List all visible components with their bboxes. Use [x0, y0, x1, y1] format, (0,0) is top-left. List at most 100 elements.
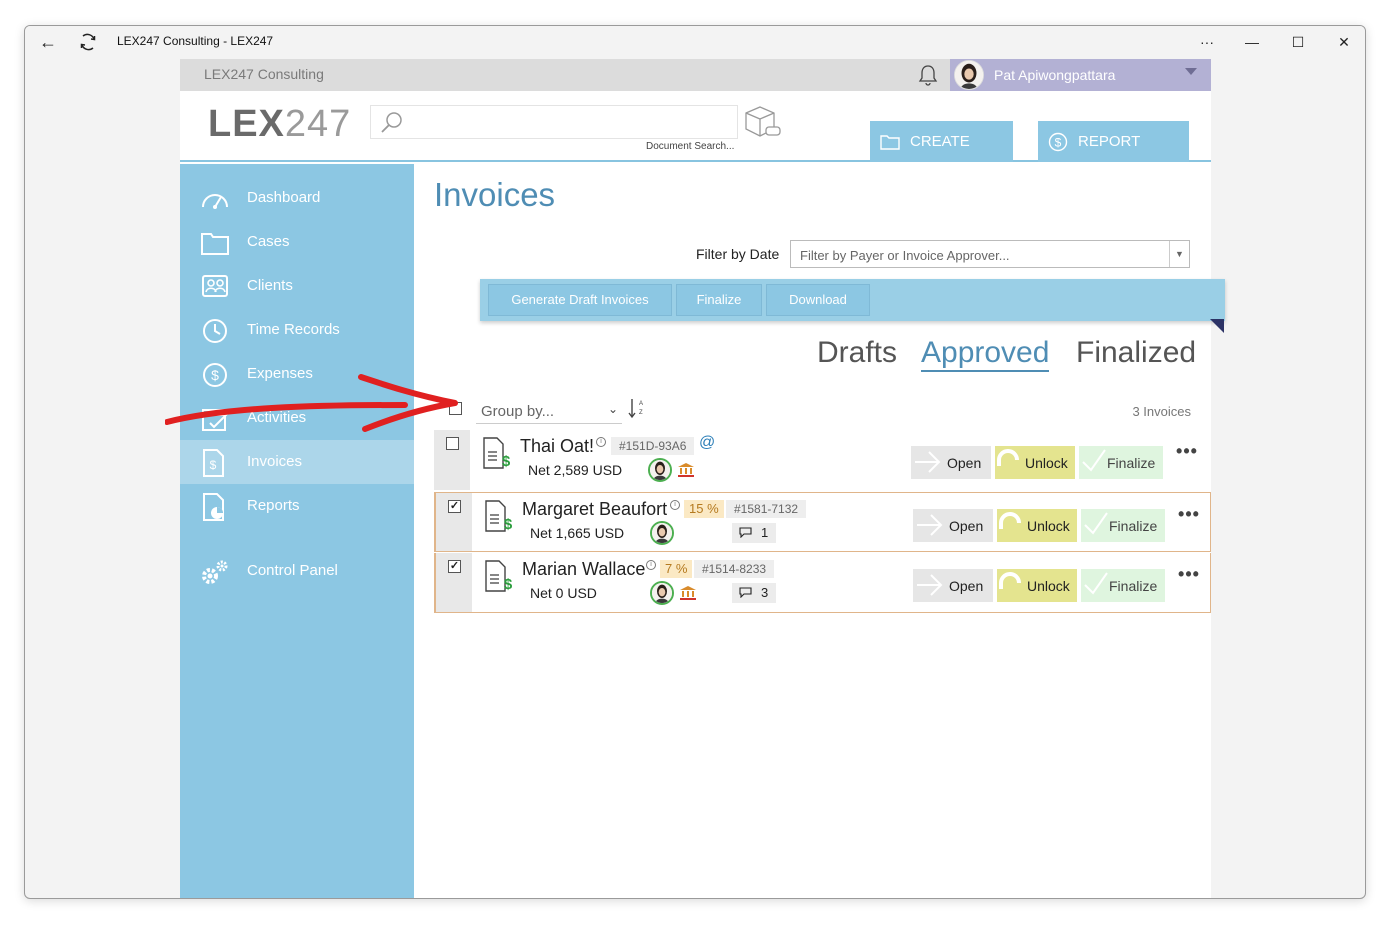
more-options-icon[interactable]: ···	[1192, 30, 1222, 54]
sort-icon[interactable]: A Z	[626, 396, 644, 420]
invoice-document-icon: $	[485, 500, 513, 533]
open-button[interactable]: Open	[911, 446, 991, 479]
svg-text:$: $	[211, 367, 219, 383]
approver-avatar	[650, 581, 674, 605]
row-checkbox[interactable]: ✓	[448, 560, 461, 573]
maximize-button[interactable]: ☐	[1283, 30, 1313, 54]
info-icon[interactable]: i	[670, 500, 680, 510]
sidebar-item-dashboard[interactable]: Dashboard	[180, 176, 414, 220]
sidebar-item-reports[interactable]: Reports	[180, 484, 414, 528]
row-checkbox[interactable]	[446, 437, 459, 450]
main-panel: Invoices Filter by Date Filter by Payer …	[414, 164, 1225, 898]
create-case-button[interactable]: CREATE CASE	[870, 121, 1013, 191]
window-title: LEX247 Consulting - LEX247	[117, 34, 274, 48]
sidebar-item-control-panel[interactable]: Control Panel	[180, 549, 414, 593]
invoice-row[interactable]: ✓ $ Marian Wallace i 7 % #1514-8233 Net …	[434, 553, 1211, 613]
unlock-button[interactable]: Unlock	[995, 446, 1075, 479]
tab-approved[interactable]: Approved	[921, 336, 1050, 372]
document-search-input[interactable]	[370, 105, 738, 139]
open-button[interactable]: Open	[913, 509, 993, 542]
comment-icon	[739, 527, 752, 538]
sidebar-item-time-records[interactable]: Time Records	[180, 308, 414, 352]
invoice-icon: $	[203, 449, 224, 477]
ribbon-corner	[1210, 319, 1224, 333]
app-content: LEX247 Consulting Pat Apiwongpattara LEX…	[180, 59, 1225, 898]
svg-text:$: $	[504, 576, 513, 593]
more-icon[interactable]: •••	[1177, 505, 1201, 527]
group-by-select[interactable]: Group by... ⌄	[476, 398, 622, 424]
row-checkbox[interactable]: ✓	[448, 500, 461, 513]
info-icon[interactable]: i	[596, 437, 606, 447]
open-button[interactable]: Open	[913, 569, 993, 602]
svg-text:$: $	[210, 458, 217, 472]
bank-icon	[680, 586, 696, 600]
sidebar-item-cases[interactable]: Cases	[180, 220, 414, 264]
folder-icon	[201, 233, 229, 255]
svg-text:A: A	[639, 401, 643, 407]
unlock-icon	[997, 449, 1019, 466]
sidebar-item-invoices[interactable]: $ Invoices	[180, 440, 414, 484]
sidebar-item-expenses[interactable]: $ Expenses	[180, 352, 414, 396]
more-icon[interactable]: •••	[1175, 442, 1199, 464]
caret-down-icon[interactable]	[1185, 68, 1197, 75]
back-arrow-icon[interactable]: ←	[37, 31, 59, 53]
check-icon	[1084, 572, 1108, 595]
close-button[interactable]: ✕	[1329, 30, 1359, 54]
folder-icon	[880, 135, 900, 150]
sidebar: Dashboard Cases Clients Time Records $ E…	[180, 164, 414, 898]
approver-avatar	[648, 458, 672, 482]
tab-drafts[interactable]: Drafts	[817, 336, 897, 370]
refresh-icon[interactable]	[77, 31, 99, 53]
gears-icon	[202, 560, 228, 584]
org-name: LEX247 Consulting	[204, 66, 324, 82]
clock-icon	[203, 319, 227, 343]
invoice-client-name[interactable]: Thai Oat!	[520, 436, 594, 457]
page-title: Invoices	[434, 176, 556, 213]
svg-text:Z: Z	[639, 410, 643, 416]
org-bar: LEX247 Consulting Pat Apiwongpattara	[180, 59, 1211, 91]
finalize-row-button[interactable]: Finalize	[1081, 509, 1165, 542]
more-icon[interactable]: •••	[1177, 565, 1201, 587]
comments-count[interactable]: 1	[732, 523, 776, 543]
invoice-number: #1514-8233	[694, 560, 775, 578]
finalize-button[interactable]: Finalize	[676, 284, 762, 316]
invoice-row[interactable]: $ Thai Oat! i #151D-93A6 @ Net 2,589 USD	[434, 430, 1211, 490]
dropdown-arrow-icon[interactable]: ▼	[1169, 241, 1189, 267]
minimize-button[interactable]: —	[1237, 30, 1267, 54]
dollar-circle-icon: $	[1048, 132, 1068, 152]
info-icon[interactable]: i	[646, 560, 656, 570]
bell-icon[interactable]	[916, 63, 940, 87]
svg-text:$: $	[504, 516, 513, 533]
app-window: ← LEX247 Consulting - LEX247 ··· — ☐ ✕ L…	[24, 25, 1366, 899]
unlock-icon	[999, 512, 1021, 529]
user-menu[interactable]: Pat Apiwongpattara	[950, 59, 1211, 91]
download-button[interactable]: Download	[766, 284, 870, 316]
dollar-circle-icon: $	[203, 363, 227, 387]
select-all-checkbox[interactable]	[449, 402, 462, 415]
finalize-row-button[interactable]: Finalize	[1079, 446, 1163, 479]
package-search-icon[interactable]	[742, 105, 784, 139]
sidebar-item-clients[interactable]: Clients	[180, 264, 414, 308]
sidebar-item-activities[interactable]: Activities	[180, 396, 414, 440]
filter-payer-input[interactable]: Filter by Payer or Invoice Approver... ▼	[790, 240, 1190, 268]
svg-text:$: $	[502, 453, 511, 470]
invoice-client-name[interactable]: Marian Wallace	[522, 559, 645, 580]
lex247-logo: LEX247	[208, 103, 352, 145]
search-hint: Document Search...	[646, 141, 735, 152]
unlock-button[interactable]: Unlock	[997, 509, 1077, 542]
title-bar: ← LEX247 Consulting - LEX247 ··· — ☐ ✕	[25, 26, 1365, 58]
invoice-row[interactable]: ✓ $ Margaret Beaufort i 15 % #1581-7132 …	[434, 492, 1211, 552]
filter-label: Filter by Date	[696, 246, 780, 262]
user-name: Pat Apiwongpattara	[994, 67, 1116, 83]
action-bar: Generate Draft Invoices Finalize Downloa…	[480, 279, 1225, 321]
email-at-icon[interactable]: @	[699, 434, 715, 452]
invoice-net: Net 2,589 USD	[528, 462, 623, 478]
finalize-row-button[interactable]: Finalize	[1081, 569, 1165, 602]
report-asset-button[interactable]: $ REPORT ASSET	[1038, 121, 1189, 191]
unlock-button[interactable]: Unlock	[997, 569, 1077, 602]
generate-draft-invoices-button[interactable]: Generate Draft Invoices	[488, 284, 672, 316]
comments-count[interactable]: 3	[732, 583, 776, 603]
invoice-client-name[interactable]: Margaret Beaufort	[522, 499, 667, 520]
gauge-icon	[202, 194, 228, 209]
tab-finalized[interactable]: Finalized	[1076, 336, 1196, 370]
